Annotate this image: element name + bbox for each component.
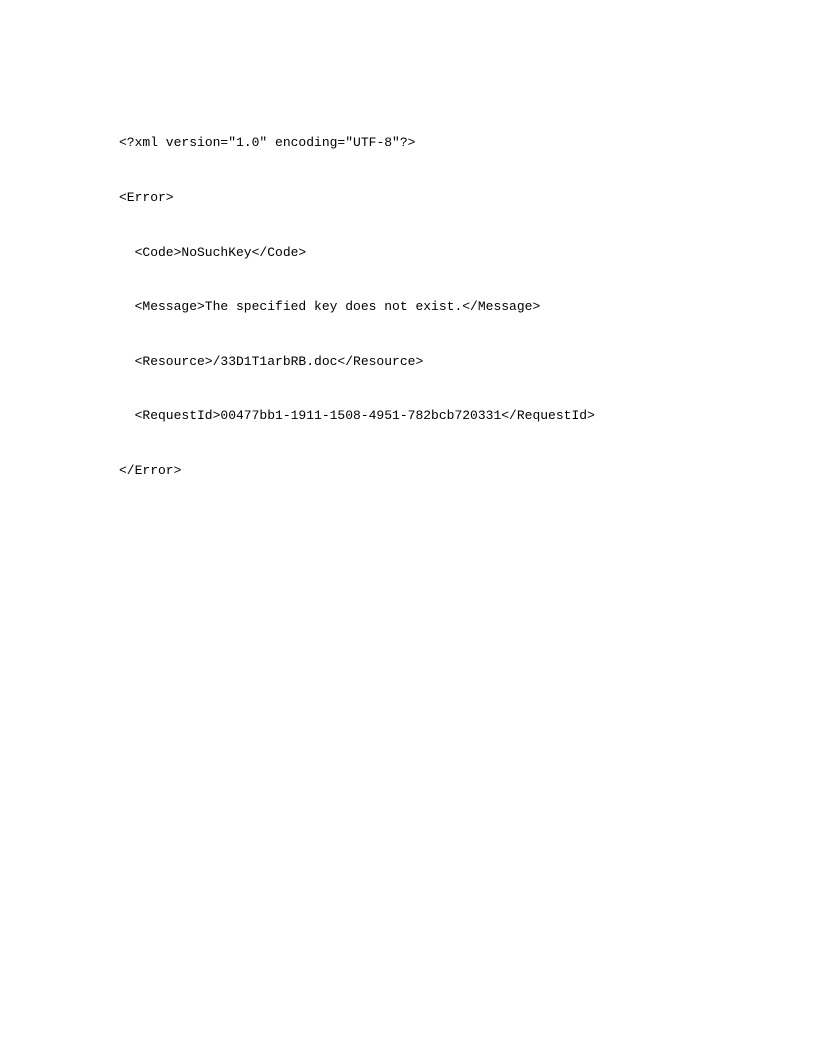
error-close-tag: </Error> <box>119 462 816 480</box>
xml-error-document: <?xml version="1.0" encoding="UTF-8"?> <… <box>119 98 816 498</box>
error-message-line: <Message>The specified key does not exis… <box>119 298 816 316</box>
error-resource-line: <Resource>/33D1T1arbRB.doc</Resource> <box>119 353 816 371</box>
xml-declaration: <?xml version="1.0" encoding="UTF-8"?> <box>119 134 816 152</box>
error-requestid-line: <RequestId>00477bb1-1911-1508-4951-782bc… <box>119 407 816 425</box>
error-code-line: <Code>NoSuchKey</Code> <box>119 244 816 262</box>
error-open-tag: <Error> <box>119 189 816 207</box>
